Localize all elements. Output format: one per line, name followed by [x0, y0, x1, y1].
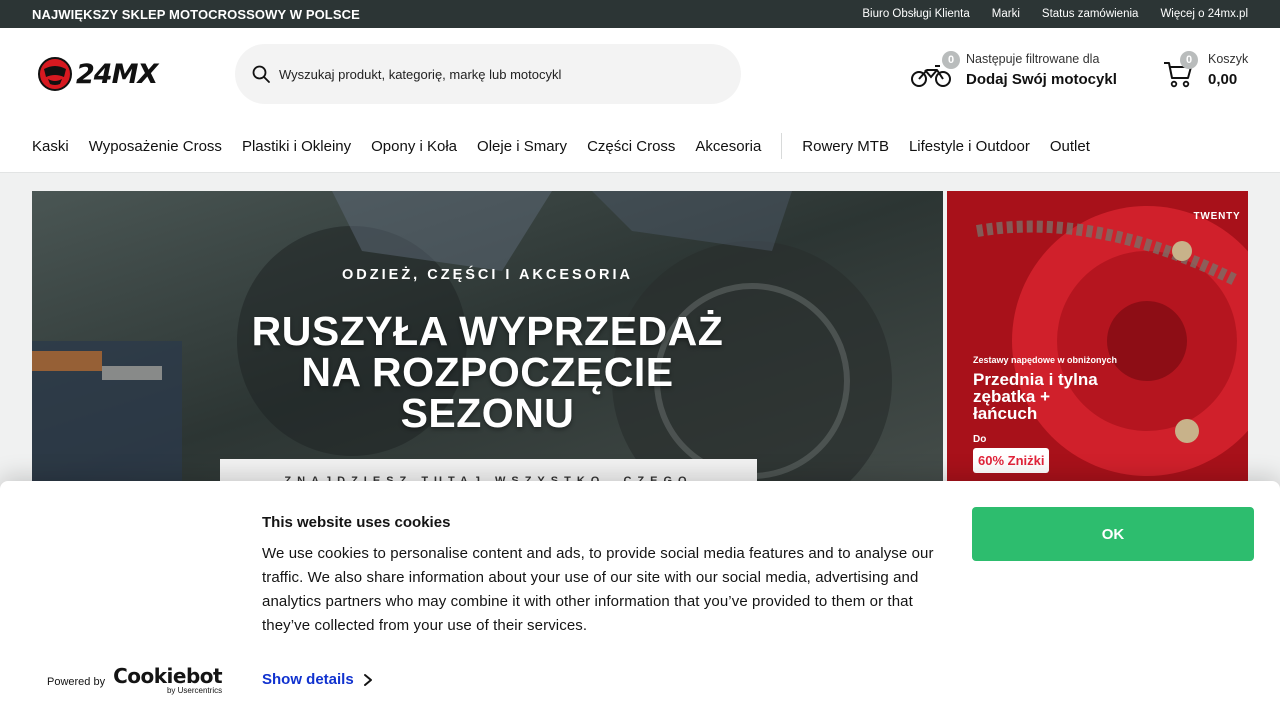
nav-item-outlet[interactable]: Outlet — [1050, 138, 1090, 155]
cookiebot-logo: Cookiebot by Usercentrics — [113, 664, 223, 695]
site-header: 24MX 0 Następuje filtrowane dla Dodaj Sw… — [0, 28, 1280, 173]
nav-item-plastics[interactable]: Plastiki i Okleiny — [242, 138, 351, 155]
top-link-customer-service[interactable]: Biuro Obsługi Klienta — [862, 8, 969, 20]
cart-button[interactable]: 0 Koszyk 0,00 — [1163, 50, 1253, 98]
top-links: Biuro Obsługi Klienta Marki Status zamów… — [862, 8, 1248, 20]
nav-item-helmets[interactable]: Kaski — [32, 138, 69, 155]
hero-headline-line-3: SEZONU — [400, 390, 575, 436]
hero-headline-line-1: RUSZYŁA WYPRZEDAŻ — [251, 308, 724, 354]
logo-helmet-icon — [38, 57, 72, 91]
promo-brand-logo: TWENTY — [1193, 211, 1241, 222]
promo-prefix: Do — [973, 434, 987, 445]
promo-sprocket-image — [947, 191, 1248, 491]
logo-text: 24MX — [76, 58, 158, 90]
nav-item-cross-parts[interactable]: Części Cross — [587, 138, 675, 155]
cart-label: Koszyk — [1208, 52, 1249, 66]
nav-item-oils[interactable]: Oleje i Smary — [477, 138, 567, 155]
hero-banner[interactable]: ODZIEŻ, CZĘŚCI I AKCESORIA RUSZYŁA WYPRZ… — [32, 191, 943, 491]
cookie-description: We use cookies to personalise content an… — [262, 545, 934, 634]
add-motorcycle-button[interactable]: 0 Następuje filtrowane dla Dodaj Swój mo… — [911, 50, 1141, 98]
site-logo[interactable]: 24MX — [38, 56, 178, 92]
nav-item-accessories[interactable]: Akcesoria — [695, 138, 761, 155]
top-bar: NAJWIĘKSZY SKLEP MOTOCROSSOWY W POLSCE B… — [0, 0, 1280, 28]
nav-item-mtb[interactable]: Rowery MTB — [802, 138, 889, 155]
promo-discount-badge: 60% Zniżki — [973, 448, 1050, 473]
cart-total: 0,00 — [1208, 71, 1238, 88]
search-bar[interactable] — [235, 44, 741, 104]
chevron-right-icon — [363, 673, 372, 686]
motorcycle-count-badge: 0 — [942, 51, 960, 69]
motorcycle-filter-label: Następuje filtrowane dla — [966, 52, 1100, 66]
nav-item-lifestyle[interactable]: Lifestyle i Outdoor — [909, 138, 1030, 155]
powered-by-label: Powered by — [47, 676, 106, 688]
cookie-title: This website uses cookies — [262, 514, 451, 531]
promo-small-text: Zestawy napędowe w obniżonych — [973, 355, 1118, 365]
hero-kicker: ODZIEŻ, CZĘŚCI I AKCESORIA — [342, 267, 633, 283]
top-link-brands[interactable]: Marki — [992, 8, 1020, 20]
store-tagline: NAJWIĘKSZY SKLEP MOTOCROSSOWY W POLSCE — [32, 7, 360, 22]
nav-item-tires-wheels[interactable]: Opony i Koła — [371, 138, 457, 155]
nav-item-cross-gear[interactable]: Wyposażenie Cross — [89, 138, 222, 155]
promo-banner[interactable]: TWENTY Zestawy napędowe w obniżonych Prz… — [947, 191, 1248, 491]
cookiebot-branding[interactable]: Powered by Cookiebot by Usercentrics — [47, 664, 223, 695]
cookie-ok-button[interactable]: OK — [972, 507, 1254, 561]
nav-divider — [781, 133, 783, 159]
cookiebot-wordmark: Cookiebot — [113, 664, 223, 688]
motorcycle-add-label: Dodaj Swój motocykl — [966, 71, 1117, 88]
show-details-label: Show details — [262, 671, 354, 688]
main-navigation: Kaski Wyposażenie Cross Plastiki i Oklei… — [32, 131, 1110, 161]
search-input[interactable] — [279, 66, 719, 82]
top-link-order-status[interactable]: Status zamówienia — [1042, 8, 1139, 20]
cart-count-badge: 0 — [1180, 51, 1198, 69]
hero-headline-line-2: NA ROZPOCZĘCIE — [301, 349, 674, 395]
top-link-more-about[interactable]: Więcej o 24mx.pl — [1160, 8, 1248, 20]
cookie-consent-dialog: This website uses cookies We use cookies… — [0, 481, 1280, 720]
search-icon[interactable] — [251, 64, 271, 84]
promo-headline: Przednia i tylna zębatka + łańcuch — [973, 370, 1098, 423]
show-details-link[interactable]: Show details — [262, 671, 373, 688]
